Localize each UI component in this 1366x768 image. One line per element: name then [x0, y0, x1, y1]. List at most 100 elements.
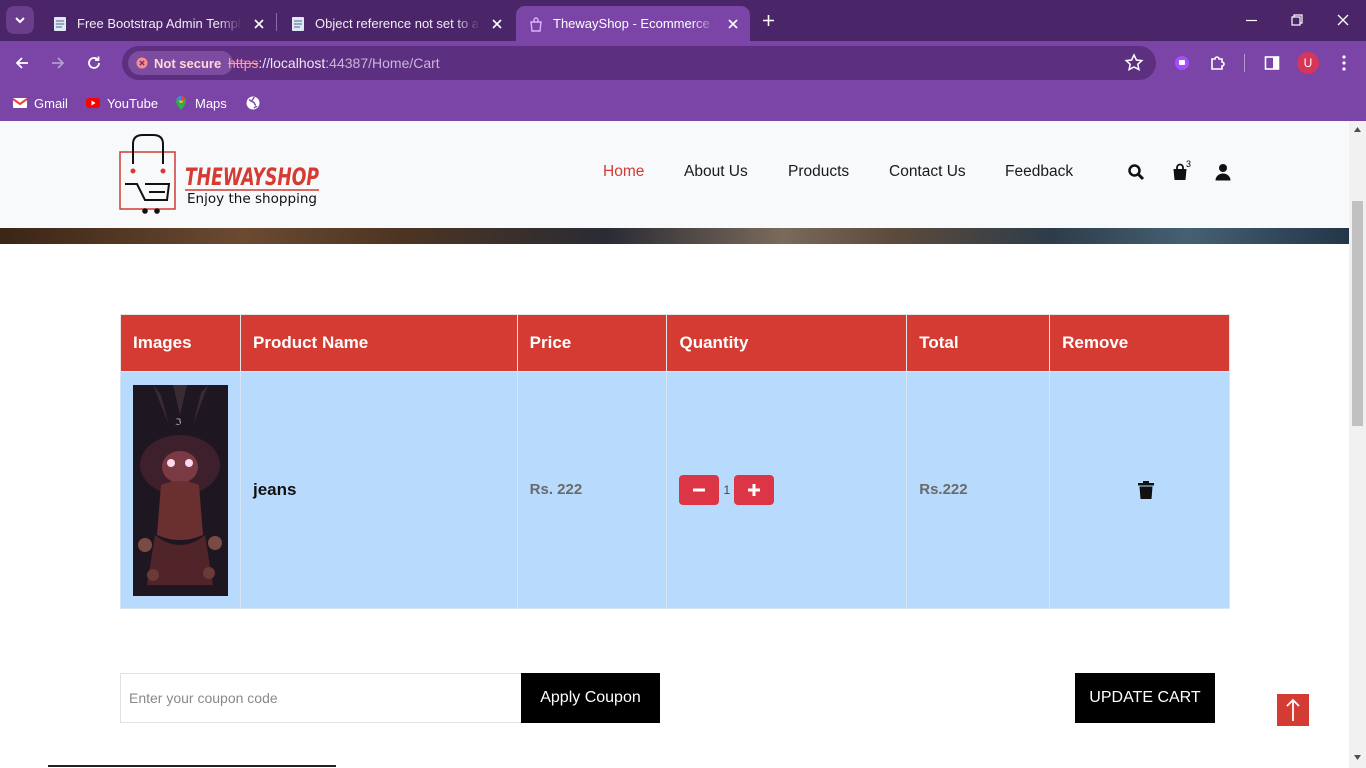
product-image: ℑ: [133, 384, 228, 596]
page-divider: [48, 765, 336, 767]
address-bar[interactable]: Not secure https://localhost:44387/Home/…: [122, 46, 1156, 80]
site-logo[interactable]: THEWAYSHOP Enjoy the shopping: [119, 134, 324, 216]
tab-close-button[interactable]: [488, 15, 506, 33]
url-scheme: https: [228, 55, 259, 71]
tab-close-button[interactable]: [250, 15, 268, 33]
close-window-button[interactable]: [1320, 0, 1366, 40]
browser-toolbar: Not secure https://localhost:44387/Home/…: [0, 41, 1366, 85]
update-cart-button[interactable]: UPDATE CART: [1075, 673, 1215, 723]
arrow-left-icon: [15, 57, 28, 69]
security-label: Not secure: [154, 55, 222, 71]
column-header-price: Price: [516, 314, 668, 372]
arrow-up-icon: [1286, 698, 1300, 721]
column-header-remove: Remove: [1049, 314, 1230, 372]
logo-title: THEWAYSHOP: [185, 163, 319, 191]
column-header-quantity: Quantity: [666, 314, 908, 372]
minimize-button[interactable]: [1228, 0, 1274, 40]
browser-tab-bar: Free Bootstrap Admin Template Object ref…: [0, 0, 1366, 41]
page-scrollbar[interactable]: [1349, 121, 1366, 768]
close-icon: [1337, 14, 1349, 26]
bookmark-label: YouTube: [107, 95, 159, 111]
restore-button[interactable]: [1274, 0, 1320, 40]
cart-table: Images Product Name Price Quantity Total…: [120, 314, 1230, 609]
cart-item-row: ℑ jeans Rs. 222 1 Rs.222: [120, 371, 1230, 609]
close-icon: [492, 18, 502, 29]
back-to-top-button[interactable]: [1277, 694, 1309, 726]
browser-menu-button[interactable]: [1330, 49, 1358, 77]
side-panel-button[interactable]: [1258, 49, 1286, 77]
cart-count-badge: 3: [1186, 159, 1192, 169]
page-viewport: THEWAYSHOP Enjoy the shopping Home About…: [0, 121, 1349, 768]
apply-coupon-button[interactable]: Apply Coupon: [521, 673, 660, 723]
scrollbar-thumb[interactable]: [1352, 201, 1363, 426]
cart-item-name-cell: jeans: [240, 371, 518, 609]
nav-contact-us[interactable]: Contact Us: [889, 163, 966, 181]
search-icon[interactable]: [1127, 163, 1145, 181]
toolbar-separator: [1244, 54, 1245, 72]
more-vertical-icon: [1342, 55, 1346, 71]
site-security-chip[interactable]: Not secure: [128, 51, 234, 75]
reload-icon: [88, 56, 100, 69]
browser-tab-active[interactable]: ThewayShop - Ecommerce Bootstrap: [516, 6, 750, 41]
bookmark-globe[interactable]: [245, 92, 267, 114]
bookmark-gmail[interactable]: Gmail: [12, 92, 68, 114]
quantity-stepper: 1: [679, 475, 894, 505]
tab-title: Object reference not set to an instance: [315, 16, 480, 31]
restore-icon: [1291, 14, 1303, 26]
nav-home[interactable]: Home: [603, 163, 644, 181]
plus-icon: [748, 484, 761, 496]
extensions-menu-button[interactable]: [1204, 49, 1232, 77]
reload-button[interactable]: [80, 49, 108, 77]
close-icon: [254, 18, 264, 29]
product-price: Rs. 222: [529, 481, 583, 498]
cart-item-quantity-cell: 1: [666, 371, 908, 609]
browser-tab[interactable]: Free Bootstrap Admin Template: [40, 6, 276, 41]
arrow-right-icon: [52, 57, 65, 69]
youtube-icon: [86, 98, 100, 108]
minus-icon: [693, 488, 706, 492]
url-path: :44387/Home/Cart: [325, 55, 440, 71]
cart-item-remove-cell: [1049, 371, 1230, 609]
nav-products[interactable]: Products: [788, 163, 849, 181]
warning-icon: [136, 57, 148, 69]
nav-about-us[interactable]: About Us: [684, 163, 748, 181]
nav-feedback[interactable]: Feedback: [1005, 163, 1073, 181]
back-button[interactable]: [8, 49, 36, 77]
plus-icon: [762, 14, 774, 26]
close-icon: [728, 18, 738, 29]
side-panel-icon: [1264, 56, 1280, 70]
tab-separator: [276, 13, 277, 31]
extension-button[interactable]: [1168, 49, 1196, 77]
bookmark-youtube[interactable]: YouTube: [85, 92, 158, 114]
url-host: ://localhost: [258, 55, 326, 71]
product-name[interactable]: jeans: [253, 480, 296, 499]
new-tab-button[interactable]: [756, 8, 780, 32]
shopping-bag-icon: [530, 16, 542, 32]
decrease-quantity-button[interactable]: [679, 475, 720, 505]
bookmark-maps[interactable]: Maps: [173, 92, 227, 114]
bookmark-label: Maps: [195, 95, 227, 111]
scroll-up-arrow-icon[interactable]: [1353, 125, 1362, 134]
url-text[interactable]: https://localhost:44387/Home/Cart: [228, 55, 440, 71]
column-header-images: Images: [120, 314, 241, 372]
gmail-icon: [12, 98, 28, 108]
bookmark-star-icon[interactable]: [1124, 53, 1144, 73]
document-icon: [54, 16, 66, 31]
scroll-down-arrow-icon[interactable]: [1353, 753, 1362, 762]
browser-tab[interactable]: Object reference not set to an instance: [278, 6, 514, 41]
column-header-product-name: Product Name: [240, 314, 518, 372]
user-icon[interactable]: [1214, 163, 1232, 181]
tab-search-button[interactable]: [6, 6, 34, 34]
profile-avatar[interactable]: U: [1297, 52, 1319, 74]
item-total: Rs.222: [919, 481, 968, 498]
maps-icon: [176, 96, 186, 110]
forward-button[interactable]: [44, 49, 72, 77]
document-icon: [292, 16, 304, 31]
increase-quantity-button[interactable]: [734, 475, 775, 505]
tab-title: Free Bootstrap Admin Template: [77, 16, 242, 31]
trash-icon[interactable]: [1138, 481, 1155, 499]
tab-close-button[interactable]: [724, 15, 742, 33]
bookmarks-bar: Gmail YouTube Maps: [0, 85, 1366, 121]
cart-item-price-cell: Rs. 222: [516, 371, 668, 609]
coupon-code-input[interactable]: [120, 673, 522, 723]
